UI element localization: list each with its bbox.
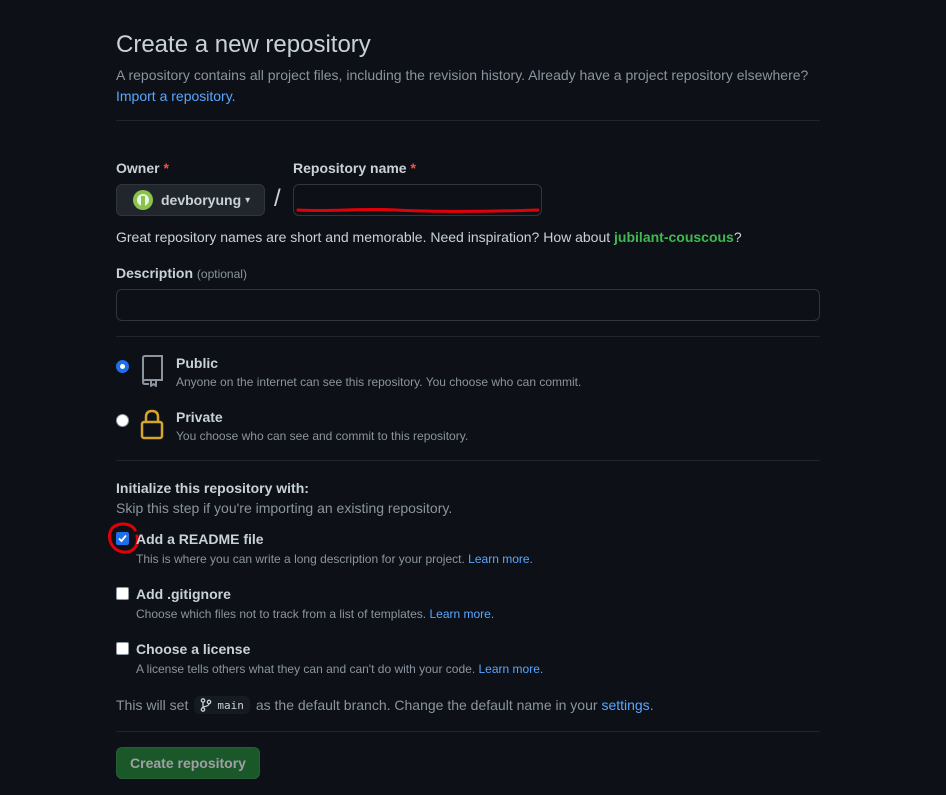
readme-learn-more-link[interactable]: Learn more. — [468, 552, 533, 566]
license-desc: A license tells others what they can and… — [136, 662, 543, 676]
branch-name: main — [217, 698, 244, 712]
public-radio[interactable] — [116, 360, 129, 373]
git-branch-icon — [201, 698, 212, 712]
owner-label-text: Owner — [116, 160, 160, 176]
gitignore-learn-more-link[interactable]: Learn more. — [429, 607, 494, 621]
public-title: Public — [176, 355, 219, 371]
divider — [116, 731, 820, 732]
license-learn-more-link[interactable]: Learn more. — [479, 662, 544, 676]
caret-down-icon: ▾ — [245, 194, 251, 206]
default-branch-note: This will set main as the default branch… — [116, 696, 654, 714]
init-subtitle: Skip this step if you're importing an ex… — [116, 500, 453, 516]
private-desc: You choose who can see and commit to thi… — [176, 429, 469, 443]
settings-link[interactable]: settings — [601, 697, 649, 713]
private-title: Private — [176, 409, 223, 425]
branch-pill: main — [194, 696, 250, 714]
description-input[interactable] — [116, 289, 820, 321]
description-label-text: Description — [116, 265, 194, 281]
optional-mark: (optional) — [196, 267, 247, 281]
license-desc-text: A license tells others what they can and… — [136, 662, 476, 676]
import-repository-link[interactable]: Import a repository. — [116, 88, 236, 104]
license-title: Choose a license — [136, 641, 251, 657]
repo-name-label: Repository name * — [293, 160, 416, 176]
private-radio[interactable] — [116, 414, 129, 427]
owner-name: devboryung — [161, 192, 242, 208]
license-checkbox[interactable] — [116, 642, 129, 655]
public-desc: Anyone on the internet can see this repo… — [176, 375, 582, 389]
hint-text: Great repository names are short and mem… — [116, 229, 615, 245]
gitignore-checkbox[interactable] — [116, 587, 129, 600]
divider — [116, 460, 820, 461]
branch-end: . — [649, 697, 654, 713]
red-scribble-annotation — [296, 207, 540, 213]
page-subtitle: A repository contains all project files,… — [116, 65, 820, 107]
hint-end: ? — [733, 229, 742, 245]
divider — [116, 120, 820, 121]
avatar — [133, 190, 153, 210]
required-mark: * — [163, 160, 169, 176]
gitignore-desc: Choose which files not to track from a l… — [136, 607, 494, 621]
name-hint: Great repository names are short and mem… — [116, 229, 742, 245]
init-title: Initialize this repository with: — [116, 480, 309, 496]
owner-select-button[interactable]: devboryung ▾ — [116, 184, 265, 216]
owner-repo-separator: / — [274, 185, 281, 212]
branch-prefix: This will set — [116, 697, 189, 713]
readme-desc-text: This is where you can write a long descr… — [136, 552, 465, 566]
divider — [116, 336, 820, 337]
gitignore-title: Add .gitignore — [136, 586, 231, 602]
create-repository-button[interactable]: Create repository — [116, 747, 260, 779]
lock-icon — [140, 409, 164, 440]
description-label: Description (optional) — [116, 265, 247, 281]
repo-book-icon — [142, 355, 163, 387]
subtitle-text: A repository contains all project files,… — [116, 67, 809, 83]
readme-title: Add a README file — [136, 531, 264, 547]
repository-name-input[interactable] — [293, 184, 542, 216]
required-mark: * — [410, 160, 416, 176]
repo-name-label-text: Repository name — [293, 160, 407, 176]
gitignore-desc-text: Choose which files not to track from a l… — [136, 607, 427, 621]
readme-desc: This is where you can write a long descr… — [136, 552, 533, 566]
name-suggestion[interactable]: jubilant-couscous — [614, 229, 734, 245]
owner-label: Owner * — [116, 160, 169, 176]
page-title: Create a new repository — [116, 31, 371, 58]
branch-middle-text: as the default branch. Change the defaul… — [255, 697, 598, 713]
